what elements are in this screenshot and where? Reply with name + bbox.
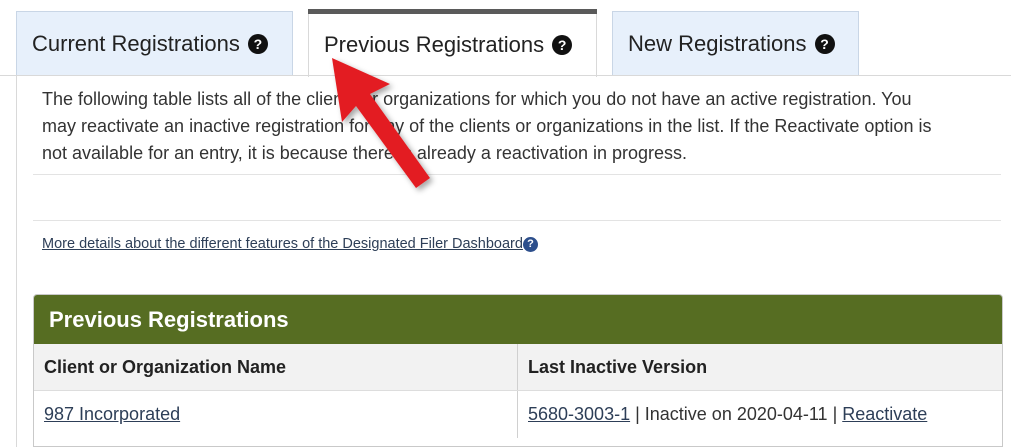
divider [33, 220, 1001, 221]
question-circle-icon[interactable]: ? [814, 34, 835, 54]
tab-new-registrations[interactable]: New Registrations ? [612, 11, 859, 76]
question-circle-icon[interactable]: ? [552, 35, 573, 55]
tab-label: New Registrations [628, 31, 807, 56]
table-row: 987 Incorporated 5680-3003-1 | Inactive … [34, 391, 1002, 438]
version-link[interactable]: 5680-3003-1 [528, 404, 630, 424]
details-link-text[interactable]: More details about the different feature… [42, 236, 523, 252]
table-header: Client or Organization Name Last Inactiv… [34, 344, 1002, 391]
tab-content: The following table lists all of the cli… [16, 76, 1011, 447]
divider [33, 174, 1001, 175]
details-link[interactable]: More details about the different feature… [42, 236, 538, 252]
tab-bar: Current Registrations ? Previous Registr… [0, 0, 1011, 77]
client-cell: 987 Incorporated [34, 391, 518, 438]
version-cell: 5680-3003-1 | Inactive on 2020-04-11 | R… [518, 391, 927, 438]
tab-current-registrations[interactable]: Current Registrations ? [16, 11, 293, 76]
reactivate-link[interactable]: Reactivate [842, 404, 927, 424]
intro-line: not available for an entry, it is becaus… [42, 143, 688, 163]
question-circle-icon[interactable]: ? [247, 34, 268, 54]
previous-registrations-panel: Previous Registrations Client or Organiz… [33, 294, 1003, 447]
column-header-client: Client or Organization Name [34, 344, 518, 390]
tab-label: Previous Registrations [324, 32, 545, 57]
intro-line: may reactivate an inactive registration … [42, 116, 932, 136]
tab-previous-registrations[interactable]: Previous Registrations ? [308, 9, 597, 77]
tab-label: Current Registrations [32, 31, 240, 56]
active-tab-indicator [308, 9, 597, 14]
status-text: | Inactive on 2020-04-11 | [630, 404, 843, 424]
column-header-version: Last Inactive Version [528, 357, 708, 377]
intro-text: The following table lists all of the cli… [42, 86, 992, 167]
client-link[interactable]: 987 Incorporated [44, 404, 180, 424]
panel-title: Previous Registrations [34, 295, 1002, 344]
intro-line: The following table lists all of the cli… [42, 89, 912, 109]
question-circle-icon[interactable]: ? [522, 237, 538, 252]
